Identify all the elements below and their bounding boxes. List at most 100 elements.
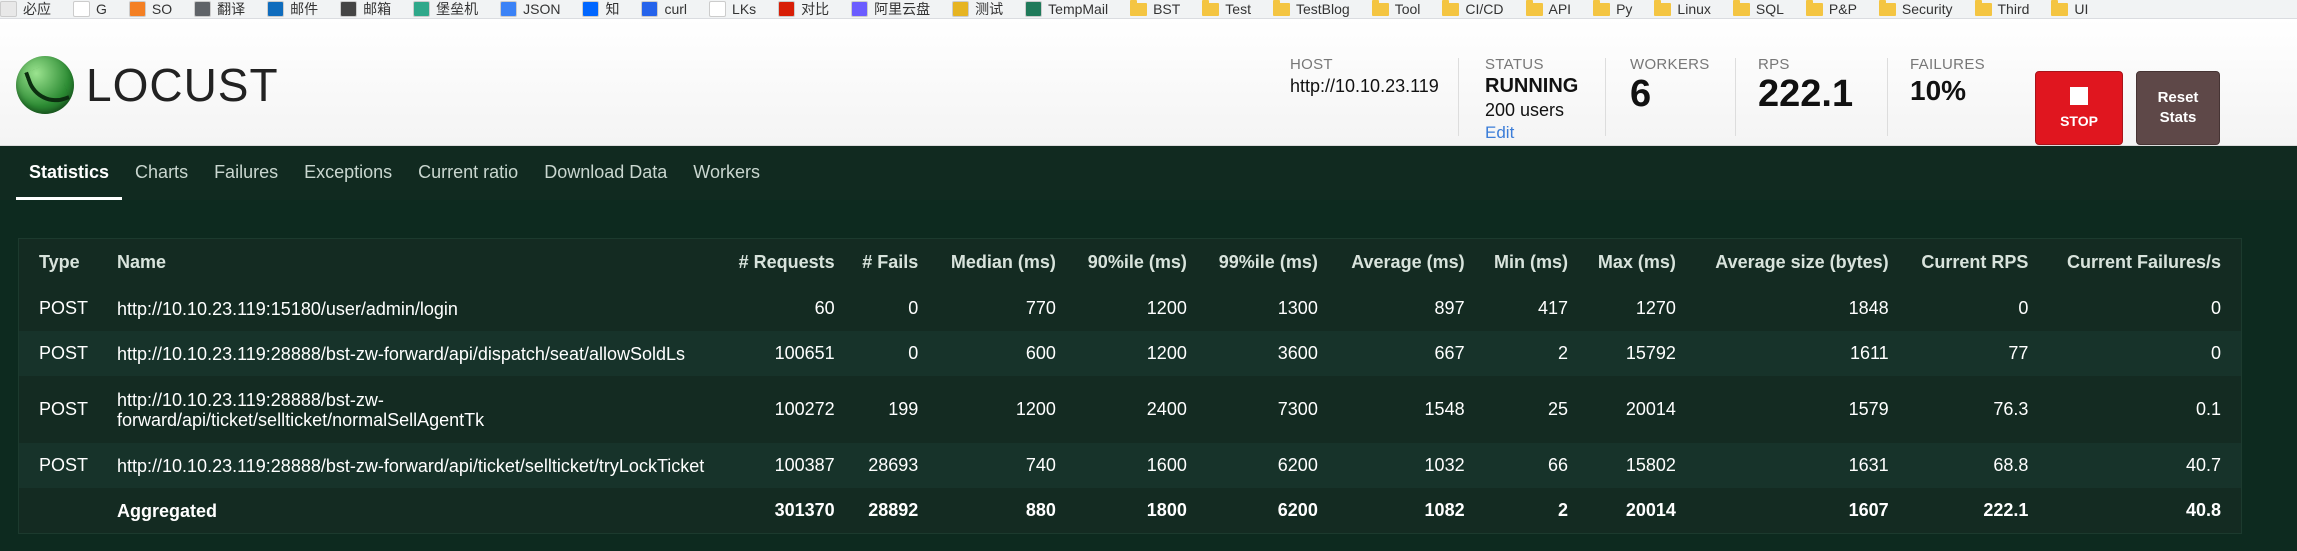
bookmark-item[interactable]: BST [1130,0,1180,18]
reset-label-line1: Reset [2157,89,2199,106]
bookmark-label: SO [151,1,173,17]
bookmark-item[interactable]: LKs [709,0,756,18]
col-fails[interactable]: # Fails [845,239,929,286]
divider [1887,58,1888,136]
mail-icon [340,1,358,17]
bookmark-item[interactable]: SQL [1732,0,1784,18]
cell-average: 1032 [1424,455,1465,475]
locust-logo[interactable]: LOCUST [16,56,279,114]
table-row: POST http://10.10.23.119:15180/user/admin… [19,286,2241,331]
col-p90[interactable]: 90%ile (ms) [1066,239,1197,286]
bookmark-item[interactable]: 知 [582,0,619,18]
bookmark-label: LKs [732,1,757,17]
col-type[interactable]: Type [19,239,107,286]
bookmark-label: Third [1997,1,2030,17]
bookmark-label: 测试 [975,1,1004,17]
bookmark-item[interactable]: Linux [1654,0,1711,18]
aggregated-row: Aggregated 301370 28892 880 1800 6200 1082 2 200… [19,488,2241,533]
bookmark-item[interactable]: 邮箱 [340,0,391,18]
stackoverflow-icon [128,1,146,17]
bookmark-item[interactable]: 堡垒机 [413,0,478,18]
statistics-table-container: Type Name # Requests # Fails Median (ms)… [18,238,2242,534]
stop-button[interactable]: STOP [2035,71,2123,145]
cell-avg-size: 1631 [1848,455,1889,475]
cell-current-failures: 0.1 [2195,399,2221,419]
bookmark-item[interactable]: SO [128,0,173,18]
cell-avg-size: 1607 [1848,500,1889,520]
cell-requests: 100387 [774,455,835,475]
bookmark-item[interactable]: Third [1974,0,2030,18]
cell-min: 25 [1547,399,1569,419]
bookmark-label: Tool [1394,1,1421,17]
col-median[interactable]: Median (ms) [928,239,1066,286]
tab-charts[interactable]: Charts [122,146,201,200]
tab-failures[interactable]: Failures [201,146,291,200]
table-header-row: Type Name # Requests # Fails Median (ms)… [19,239,2241,286]
bookmark-item[interactable]: curl [641,0,687,18]
folder-icon [1130,0,1148,16]
bookmark-item[interactable]: Test [1202,0,1251,18]
edit-users-link[interactable]: Edit [1485,123,1578,143]
bookmark-item[interactable]: CI/CD [1442,0,1504,18]
app-header: LOCUST HOST http://10.10.23.119 STATUS R… [0,19,2297,146]
folder-icon [1654,0,1672,16]
cell-fails: 28693 [868,455,919,475]
bookmark-item[interactable]: JSON [500,0,560,18]
cell-average: 667 [1434,343,1465,363]
workers-value: 6 [1630,73,1652,115]
bookmark-item[interactable]: G [73,0,107,18]
outlook-icon [267,1,285,17]
col-name[interactable]: Name [107,239,717,286]
folder-icon [1732,0,1750,16]
col-current-failures[interactable]: Current Failures/s [2038,239,2241,286]
reset-stats-button[interactable]: Reset Stats [2136,71,2220,145]
status-label: STATUS [1485,56,1544,73]
bookmark-item[interactable]: 对比 [778,0,829,18]
tab-download-data[interactable]: Download Data [531,146,680,200]
folder-icon [1371,0,1389,16]
tab-current-ratio[interactable]: Current ratio [405,146,531,200]
bookmark-label: JSON [523,1,561,17]
cell-median: 1200 [1015,399,1056,419]
col-p99[interactable]: 99%ile (ms) [1197,239,1328,286]
bookmark-item[interactable]: Security [1878,0,1953,18]
bookmark-item[interactable]: 邮件 [267,0,318,18]
cell-current-rps: 68.8 [1993,455,2029,475]
bookmark-item[interactable]: Py [1593,0,1632,18]
bookmark-item[interactable]: UI [2051,0,2088,18]
cell-requests: 60 [814,298,835,318]
bing-icon [0,1,17,17]
col-average[interactable]: Average (ms) [1328,239,1475,286]
bookmark-item[interactable]: API [1525,0,1571,18]
bookmark-item[interactable]: Tool [1371,0,1421,18]
col-requests[interactable]: # Requests [717,239,845,286]
host-stat: HOST http://10.10.23.119 [1290,56,1439,97]
bookmark-item[interactable]: 必应 [0,0,51,18]
cell-p99: 3600 [1277,343,1318,363]
stop-icon [2070,87,2088,105]
tab-statistics[interactable]: Statistics [16,146,123,200]
col-min[interactable]: Min (ms) [1475,239,1578,286]
bookmark-label: Test [1225,1,1251,17]
col-avg-size[interactable]: Average size (bytes) [1686,239,1899,286]
col-current-rps[interactable]: Current RPS [1899,239,2039,286]
bookmark-item[interactable]: TempMail [1025,0,1108,18]
bastion-icon [413,1,431,17]
tab-workers[interactable]: Workers [680,146,773,200]
divider [1458,58,1459,136]
bookmark-label: 翻译 [217,1,246,17]
cell-min: 66 [1547,455,1569,475]
bookmark-item[interactable]: P&P [1805,0,1857,18]
cell-max: 15802 [1625,455,1676,475]
cell-median: 600 [1025,343,1056,363]
cell-min: 417 [1537,298,1569,318]
bookmark-item[interactable]: 测试 [952,0,1003,18]
bookmark-item[interactable]: 翻译 [194,0,245,18]
cell-current-failures: 40.8 [2185,500,2221,520]
bookmark-label: BST [1153,1,1181,17]
col-max[interactable]: Max (ms) [1578,239,1686,286]
bookmark-item[interactable]: TestBlog [1272,0,1350,18]
cell-max: 1270 [1635,298,1676,318]
tab-exceptions[interactable]: Exceptions [291,146,405,200]
bookmark-item[interactable]: 阿里云盘 [851,0,930,18]
